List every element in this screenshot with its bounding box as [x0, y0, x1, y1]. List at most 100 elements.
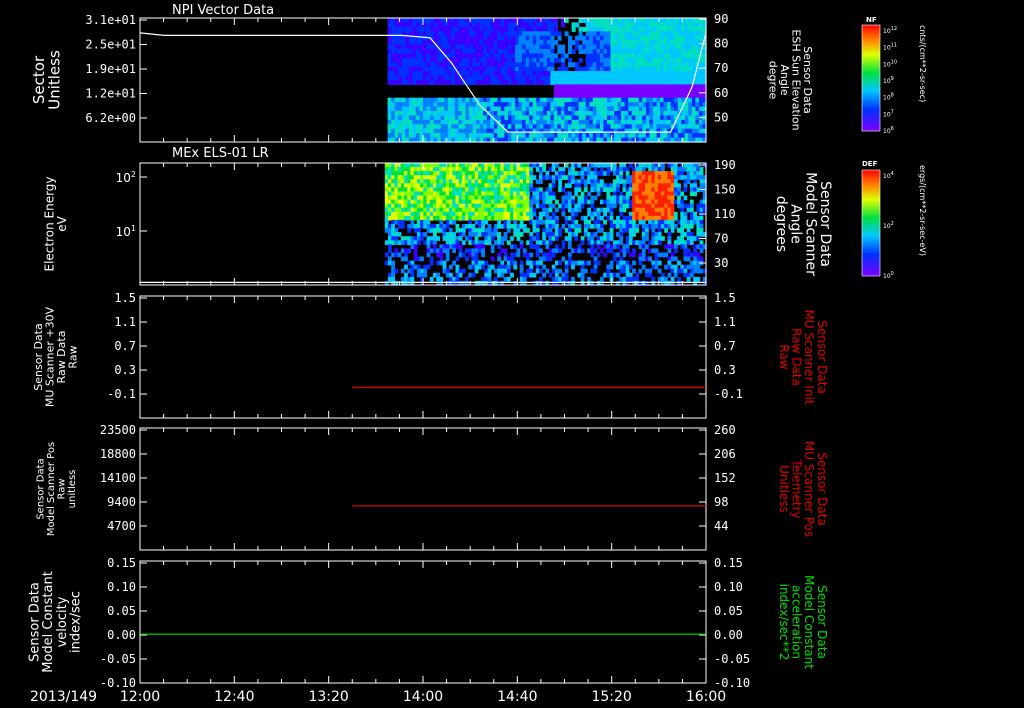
heatmap-cell [539, 31, 544, 37]
heatmap-cell [631, 53, 636, 59]
heatmap-cell [621, 80, 626, 85]
heatmap-cell [621, 111, 626, 116]
y-axis-label: Sensor DataMU Scanner +30VRaw DataRaw [32, 306, 80, 407]
heatmap-cell [401, 62, 406, 68]
heatmap-cell [649, 49, 654, 54]
heatmap-cell [698, 124, 703, 130]
heatmap-cell [663, 44, 668, 50]
heatmap-cell [522, 115, 527, 121]
heatmap-cell [652, 31, 657, 37]
heatmap-cell [582, 44, 587, 50]
heatmap-cell [536, 115, 541, 121]
y2-tick-label: 90 [714, 12, 728, 26]
y2-tick-label: -0.1 [714, 387, 743, 401]
heatmap-cell [609, 224, 614, 229]
heatmap-cell [522, 22, 527, 28]
heatmap-cell [575, 40, 580, 46]
y-tick-label: 6.2e+00 [85, 111, 136, 125]
heatmap-cell [698, 31, 703, 37]
heatmap-cell [474, 256, 479, 262]
heatmap-cell [518, 80, 523, 85]
heatmap-cell [607, 44, 612, 50]
heatmap-cell [561, 111, 566, 116]
heatmap-cell [536, 111, 541, 116]
heatmap-cell [585, 49, 590, 54]
heatmap-cell [607, 31, 612, 37]
heatmap-cell [546, 26, 551, 32]
heatmap-cell [670, 26, 675, 32]
heatmap-cell [660, 80, 665, 85]
heatmap-cell [415, 133, 420, 139]
heatmap-cell [610, 44, 615, 50]
heatmap-cell [458, 244, 463, 249]
heatmap-cell [614, 18, 619, 23]
heatmap-cell [656, 97, 661, 103]
heatmap-cell [621, 31, 626, 37]
heatmap-cell [621, 35, 626, 41]
heatmap-cell [624, 31, 629, 37]
heatmap-cell [546, 80, 551, 85]
heatmap-cell [610, 31, 615, 37]
heatmap-cell [536, 97, 541, 103]
heatmap-cell [600, 228, 604, 233]
heatmap-cell [525, 102, 530, 108]
heatmap-cell [558, 276, 562, 282]
heatmap-cell [695, 44, 700, 50]
heatmap-cell [506, 240, 511, 245]
heatmap-cell [532, 102, 537, 108]
heatmap-cell [631, 133, 636, 139]
heatmap-cell [599, 97, 604, 103]
heatmap-cell [670, 203, 675, 209]
heatmap-cell [571, 93, 576, 99]
heatmap-cell [564, 71, 569, 77]
heatmap-cell [617, 31, 622, 37]
heatmap-cell [635, 88, 640, 94]
heatmap-cell [536, 119, 541, 125]
heatmap-cell [430, 80, 435, 85]
heatmap-cell [388, 244, 392, 249]
heatmap-cell [571, 215, 575, 221]
heatmap-cell [507, 57, 512, 63]
heatmap-cell [638, 128, 643, 134]
heatmap-cell [452, 195, 456, 201]
heatmap-cell [415, 97, 420, 103]
heatmap-cell [465, 62, 470, 68]
heatmap-cell [440, 75, 445, 81]
heatmap-cell [638, 207, 643, 213]
heatmap-cell [455, 264, 460, 270]
heatmap-cell [522, 80, 527, 85]
heatmap-cell [583, 167, 588, 172]
heatmap-cell [624, 115, 629, 121]
heatmap-cell [568, 62, 573, 68]
heatmap-cell [681, 18, 686, 23]
heatmap-cell [684, 18, 689, 23]
heatmap-cell [624, 71, 629, 77]
heatmap-cell [477, 191, 482, 197]
heatmap-cell [635, 22, 640, 28]
heatmap-cell [571, 71, 576, 77]
heatmap-cell [696, 276, 701, 282]
heatmap-cell [458, 26, 463, 32]
heatmap-cell [677, 71, 682, 77]
heatmap-cell [476, 128, 481, 134]
heatmap-cell [667, 232, 672, 237]
heatmap-cell [401, 26, 406, 32]
heatmap-cell [561, 244, 566, 249]
heatmap-cell [663, 26, 668, 32]
heatmap-cell [638, 84, 643, 90]
heatmap-cell [391, 102, 396, 108]
heatmap-cell [638, 35, 643, 41]
heatmap-cell [638, 211, 643, 217]
heatmap-cell [642, 53, 647, 59]
heatmap-cell [691, 93, 696, 99]
heatmap-cell [603, 31, 608, 37]
heatmap-cell [387, 57, 392, 63]
heatmap-cell [532, 260, 537, 266]
heatmap-cell [670, 252, 675, 258]
heatmap-cell [477, 219, 482, 225]
heatmap-cell [677, 18, 682, 23]
heatmap-cell [479, 26, 484, 32]
heatmap-cell [564, 111, 569, 116]
heatmap-cell [571, 124, 576, 130]
heatmap-cell [465, 119, 470, 125]
